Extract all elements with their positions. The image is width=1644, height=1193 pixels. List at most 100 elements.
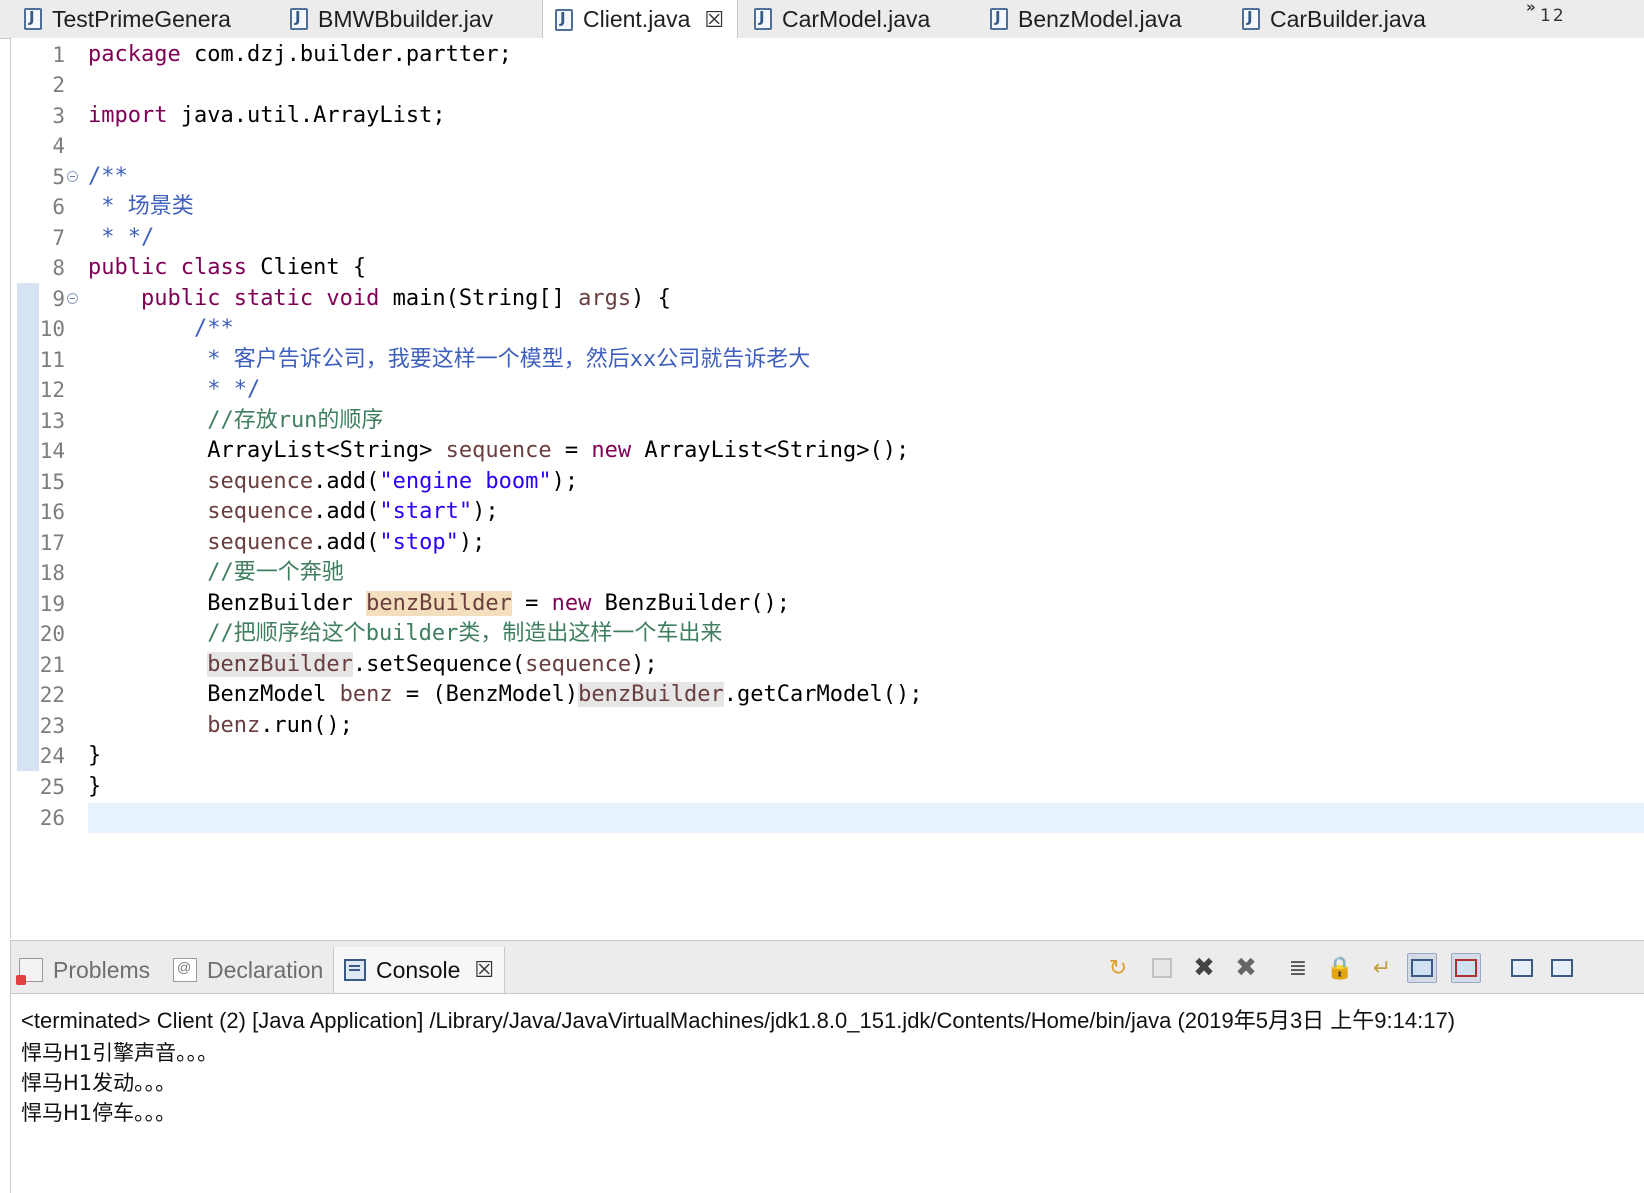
java-file-icon <box>555 8 573 31</box>
line-number: 20 <box>39 622 65 646</box>
java-file-icon <box>754 8 772 30</box>
line-number: 23 <box>39 714 65 738</box>
code-line: * 客户告诉公司，我要这样一个模型，然后xx公司就告诉老大 <box>88 347 811 372</box>
line-number: 6 <box>52 195 65 219</box>
line-number: 5 <box>52 165 65 189</box>
code-line: //把顺序给这个builder类，制造出这样一个车出来 <box>88 621 723 646</box>
code-line: benzBuilder.setSequence(sequence); <box>207 652 658 677</box>
tab-bmwbbuilder[interactable]: BMWBbuilder.jav <box>290 0 493 38</box>
code-line: * */ <box>88 225 155 250</box>
line-number: 8 <box>52 256 65 280</box>
code-line: ArrayList<String> sequence = new ArrayLi… <box>88 438 910 463</box>
tab-problems[interactable]: Problems <box>16 947 151 993</box>
fold-toggle-icon[interactable] <box>67 293 78 304</box>
clear-console-icon[interactable]: ≣ <box>1283 953 1313 983</box>
code-line: * */ <box>88 377 261 402</box>
editor-tab-bar: TestPrimeGenera BMWBbuilder.jav Client.j… <box>0 0 1644 39</box>
line-number: 7 <box>52 226 65 250</box>
tab-label: CarBuilder.java <box>1270 5 1426 32</box>
line-number: 3 <box>52 104 65 128</box>
code-line: /** <box>88 316 234 341</box>
tab-client-java[interactable]: Client.java ☒ <box>542 0 738 39</box>
occurrence-highlight: benzBuilder <box>207 652 353 677</box>
console-output-line: 悍马H1停车。。。 <box>21 1101 177 1125</box>
java-file-icon <box>1242 8 1260 30</box>
tab-label: Client.java <box>583 6 691 32</box>
tab-label: Problems <box>53 956 151 983</box>
pin-icon[interactable]: ↻ <box>1103 953 1133 983</box>
line-number: 26 <box>39 806 65 830</box>
java-file-icon <box>990 8 1008 30</box>
code-line: //要一个奔驰 <box>88 560 344 585</box>
line-number: 2 <box>52 73 65 97</box>
close-icon[interactable]: ☒ <box>474 957 494 983</box>
line-number: 22 <box>39 683 65 707</box>
line-number: 12 <box>39 378 65 402</box>
tab-label: Declaration <box>207 956 324 983</box>
console-output-line: 悍马H1发动。。。 <box>21 1071 177 1095</box>
java-file-icon <box>290 8 308 30</box>
code-line: BenzModel benz = (BenzModel)benzBuilder.… <box>88 682 923 707</box>
java-file-icon <box>24 8 42 30</box>
line-number: 15 <box>39 470 65 494</box>
tab-label: BenzModel.java <box>1018 5 1182 32</box>
tab-declaration[interactable]: Declaration <box>173 947 323 993</box>
declaration-icon <box>173 958 197 982</box>
code-line: import java.util.ArrayList; <box>88 103 446 128</box>
fold-toggle-icon[interactable] <box>67 171 78 182</box>
tab-testprimegenera[interactable]: TestPrimeGenera <box>24 0 231 38</box>
tab-benzmodel[interactable]: BenzModel.java <box>990 0 1182 38</box>
tab-label: CarModel.java <box>782 5 931 32</box>
console-launch-info: <terminated> Client (2) [Java Applicatio… <box>21 1008 1456 1033</box>
remove-all-icon[interactable]: ✖ <box>1231 953 1261 983</box>
code-line: } <box>88 774 102 799</box>
code-line: //存放run的顺序 <box>88 408 384 433</box>
scroll-lock-icon[interactable]: 🔒 <box>1325 953 1355 983</box>
code-line: /** <box>88 164 128 189</box>
line-number: 18 <box>39 561 65 585</box>
tab-label: BMWBbuilder.jav <box>318 5 494 32</box>
console-icon <box>344 959 366 981</box>
line-number: 9 <box>52 287 65 311</box>
show-on-stderr-icon[interactable] <box>1451 953 1481 983</box>
console-output-line: 悍马H1引擎声音。。。 <box>21 1041 219 1065</box>
code-line: package com.dzj.builder.partter; <box>88 42 512 67</box>
line-number: 14 <box>39 439 65 463</box>
display-console-icon[interactable] <box>1547 953 1577 983</box>
line-number: 16 <box>39 500 65 524</box>
show-on-stdout-icon[interactable] <box>1407 953 1437 983</box>
line-number: 10 <box>39 317 65 341</box>
line-number: 4 <box>52 134 65 158</box>
code-line: sequence.add("start"); <box>88 499 499 524</box>
problems-icon <box>16 958 43 985</box>
line-number: 19 <box>39 592 65 616</box>
code-line: } <box>88 743 102 768</box>
close-icon[interactable]: ☒ <box>704 7 724 33</box>
line-number: 24 <box>39 744 65 768</box>
tab-console[interactable]: Console ☒ <box>333 947 506 993</box>
code-line: benz.run(); <box>88 713 353 738</box>
line-number: 13 <box>39 409 65 433</box>
open-console-icon[interactable] <box>1507 953 1537 983</box>
panel-tab-bar: Problems Declaration Console ☒ ↻ ✖ ✖ ≣ 🔒… <box>11 941 1644 994</box>
code-line: public class Client { <box>88 255 367 280</box>
terminate-icon[interactable] <box>1147 953 1177 983</box>
code-editor[interactable]: 1 2 3 4 5 6 7 8 9 10 11 12 13 14 15 16 1… <box>10 38 1644 938</box>
tab-label: Console <box>376 956 461 983</box>
code-line: * 场景类 <box>88 194 194 219</box>
tab-carbuilder[interactable]: CarBuilder.java <box>1242 0 1426 38</box>
chevron-right-icon: » <box>1526 0 1536 16</box>
code-line: sequence.add("engine boom"); <box>88 469 579 494</box>
word-wrap-icon[interactable]: ↵ <box>1367 953 1397 983</box>
occurrence-highlight: benzBuilder <box>366 591 512 616</box>
line-number: 21 <box>39 653 65 677</box>
line-number: 17 <box>39 531 65 555</box>
code-line: public static void main(String[] args) { <box>140 286 671 311</box>
occurrence-highlight: benzBuilder <box>578 682 724 707</box>
code-line: BenzBuilder benzBuilder = new BenzBuilde… <box>88 591 791 616</box>
tab-carmodel[interactable]: CarModel.java <box>754 0 930 38</box>
tab-label: TestPrimeGenera <box>52 5 231 32</box>
remove-launch-icon[interactable]: ✖ <box>1189 953 1219 983</box>
code-line: sequence.add("stop"); <box>88 530 486 555</box>
bottom-panel: Problems Declaration Console ☒ ↻ ✖ ✖ ≣ 🔒… <box>10 940 1644 1193</box>
